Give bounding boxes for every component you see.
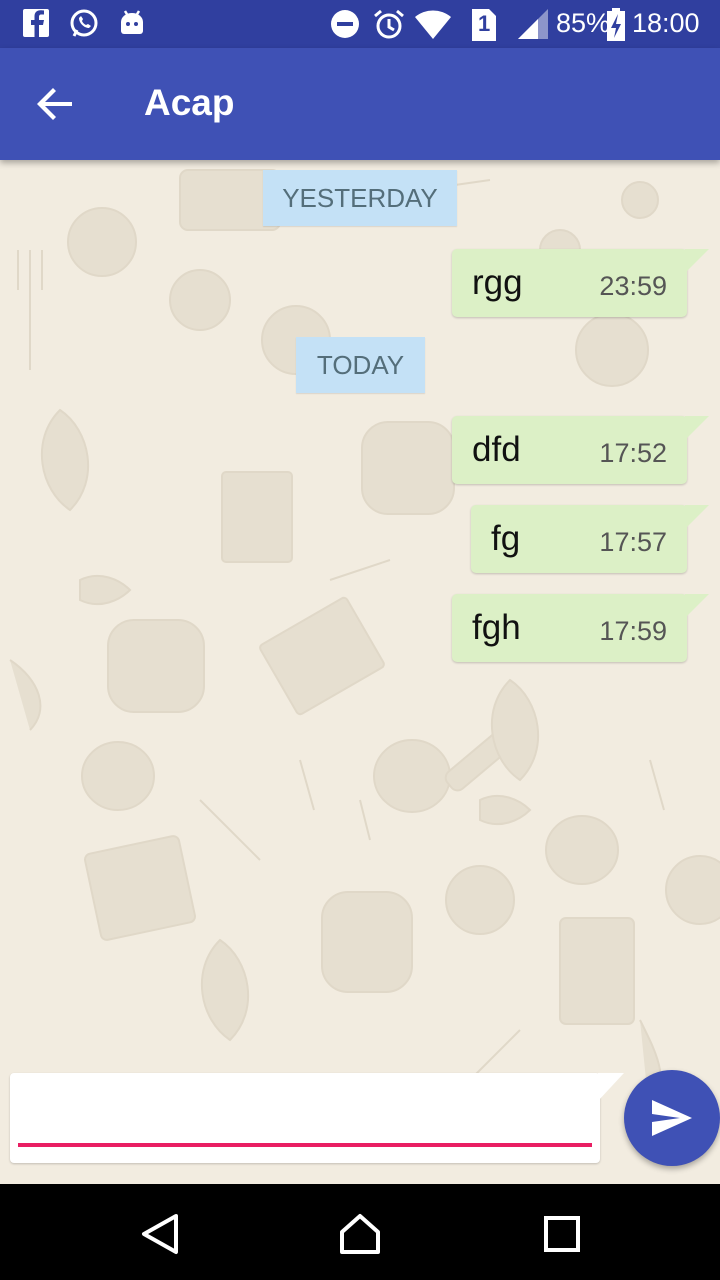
outgoing-message[interactable]: fgh 17:59 bbox=[452, 594, 709, 662]
chat-title: Acap bbox=[144, 82, 235, 123]
whatsapp-icon bbox=[68, 8, 100, 45]
message-time: 23:59 bbox=[599, 271, 667, 301]
send-icon bbox=[652, 1100, 692, 1136]
navigation-bar bbox=[0, 1184, 720, 1280]
nav-recents-button[interactable] bbox=[538, 1210, 586, 1258]
status-bar: 1 85% 18:00 bbox=[0, 0, 720, 48]
message-text: rgg bbox=[472, 263, 523, 302]
app-bar: Acap bbox=[0, 48, 720, 160]
back-button[interactable] bbox=[24, 80, 88, 130]
outgoing-message[interactable]: dfd 17:52 bbox=[452, 416, 709, 484]
message-time: 17:57 bbox=[599, 527, 667, 557]
message-time: 17:59 bbox=[599, 616, 667, 646]
message-text: dfd bbox=[472, 430, 521, 469]
nav-back-button[interactable] bbox=[136, 1210, 184, 1258]
message-text: fgh bbox=[472, 608, 521, 647]
date-divider-yesterday: YESTERDAY bbox=[263, 170, 457, 226]
send-button[interactable] bbox=[624, 1070, 720, 1166]
facebook-icon bbox=[22, 8, 50, 43]
alarm-icon bbox=[372, 8, 406, 45]
composer-tail bbox=[598, 1073, 624, 1101]
android-icon bbox=[118, 8, 146, 43]
date-divider-today: TODAY bbox=[296, 337, 425, 393]
sim-slot-number: 1 bbox=[478, 11, 491, 36]
battery-percent: 85% bbox=[556, 8, 611, 38]
home-icon bbox=[340, 1214, 380, 1254]
outgoing-message[interactable]: rgg 23:59 bbox=[452, 249, 709, 317]
wifi-icon bbox=[414, 8, 452, 45]
chat-area[interactable]: YESTERDAY rgg 23:59 TODAY dfd 17:52 fg 1… bbox=[0, 160, 720, 1184]
nav-home-button[interactable] bbox=[336, 1210, 384, 1258]
arrow-back-icon bbox=[37, 88, 72, 120]
battery-charging-icon bbox=[606, 8, 626, 47]
do-not-disturb-icon bbox=[330, 8, 360, 45]
message-text: fg bbox=[491, 519, 521, 558]
clock: 18:00 bbox=[632, 8, 700, 38]
message-time: 17:52 bbox=[599, 438, 667, 468]
signal-icon bbox=[516, 8, 550, 45]
recents-icon bbox=[544, 1216, 580, 1252]
outgoing-message[interactable]: fg 17:57 bbox=[471, 505, 709, 573]
message-input[interactable] bbox=[18, 1087, 592, 1147]
message-composer bbox=[10, 1073, 600, 1163]
back-triangle-icon bbox=[142, 1214, 178, 1254]
